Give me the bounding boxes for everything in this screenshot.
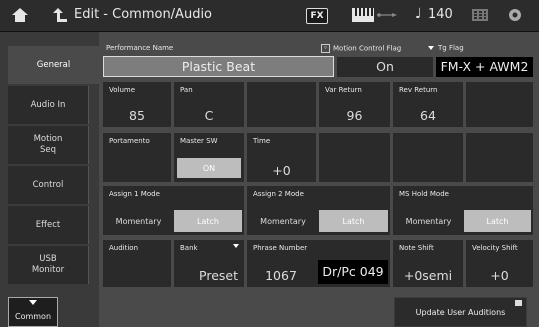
tg-flag-value[interactable]: FM-X + AWM2 xyxy=(436,57,533,77)
assign2-momentary-button[interactable]: Momentary xyxy=(249,210,317,232)
chevron-down-icon xyxy=(29,300,37,305)
phrase-number-value: 1067 xyxy=(265,268,297,283)
usb-icon xyxy=(377,13,397,17)
screen: Edit - Common/Audio FX ♩ 140 General Aud… xyxy=(0,0,539,327)
bank-value: Preset xyxy=(199,268,238,283)
bank-label: Bank xyxy=(180,244,198,252)
velocity-shift-label: Velocity Shift xyxy=(472,244,518,252)
tab-general-label: General xyxy=(36,59,71,70)
rev-return-cell[interactable]: Rev Return 64 xyxy=(393,82,463,127)
volume-cell[interactable]: Volume 85 xyxy=(103,82,171,127)
var-return-value: 96 xyxy=(346,108,363,123)
gear-icon[interactable] xyxy=(508,8,522,22)
assign2-latch-button[interactable]: Latch xyxy=(319,210,388,232)
velocity-shift-value: +0 xyxy=(490,268,509,283)
time-label: Time xyxy=(253,137,271,145)
pan-cell[interactable]: Pan C xyxy=(174,82,244,127)
tab-effect-label: Effect xyxy=(35,219,61,230)
rev-return-value: 64 xyxy=(420,108,436,123)
motion-control-flag-header: ▿ Motion Control Flag xyxy=(321,44,401,53)
tab-general[interactable]: General xyxy=(8,46,99,84)
phrase-name-value[interactable]: Dr/Pc 049 xyxy=(318,260,388,284)
rev-return-label: Rev Return xyxy=(399,86,438,94)
empty-cell xyxy=(393,133,463,182)
update-user-auditions-button[interactable]: Update User Auditions xyxy=(394,297,527,327)
tg-flag-label: Tg Flag xyxy=(438,44,464,52)
note-shift-cell[interactable]: Note Shift +0semi xyxy=(393,240,463,287)
portamento-label: Portamento xyxy=(109,137,150,145)
tg-flag-header: Tg Flag xyxy=(428,44,464,52)
tab-effect[interactable]: Effect xyxy=(8,206,89,244)
pan-value: C xyxy=(204,108,214,123)
tab-usb-monitor[interactable]: USB Monitor xyxy=(8,246,89,284)
ms-hold-mode-label: MS Hold Mode xyxy=(399,190,449,198)
common-button-label: Common xyxy=(14,312,52,321)
ms-hold-latch-button[interactable]: Latch xyxy=(464,210,531,232)
volume-label: Volume xyxy=(109,86,136,94)
top-bar: Edit - Common/Audio FX ♩ 140 xyxy=(0,0,539,32)
tab-control-label: Control xyxy=(32,179,64,190)
keyboard-icon xyxy=(352,8,374,22)
page-title: Edit - Common/Audio xyxy=(74,7,213,22)
assign1-mode-label: Assign 1 Mode xyxy=(109,190,160,198)
velocity-shift-cell[interactable]: Velocity Shift +0 xyxy=(466,240,533,287)
back-icon[interactable] xyxy=(53,8,67,22)
var-return-cell[interactable]: Var Return 96 xyxy=(319,82,390,127)
var-return-label: Var Return xyxy=(325,86,362,94)
assign1-mode-cell: Assign 1 Mode Momentary Latch xyxy=(103,186,244,235)
empty-cell xyxy=(466,82,533,127)
master-sw-cell: Master SW ON xyxy=(174,133,244,182)
phrase-number-cell[interactable]: Phrase Number 1067 Dr/Pc 049 xyxy=(247,240,390,287)
phrase-number-label: Phrase Number xyxy=(253,244,308,252)
note-shift-label: Note Shift xyxy=(399,244,434,252)
empty-cell xyxy=(247,82,316,127)
empty-cell xyxy=(466,133,533,182)
tempo-note-icon: ♩ xyxy=(415,6,422,22)
time-cell[interactable]: Time +0 xyxy=(247,133,316,182)
flag-icon: ▿ xyxy=(321,44,330,53)
tab-control[interactable]: Control xyxy=(8,166,89,204)
tab-audio-in-label: Audio In xyxy=(30,99,66,110)
update-user-auditions-label: Update User Auditions xyxy=(415,307,506,317)
common-button[interactable]: Common xyxy=(8,297,58,327)
assign1-momentary-button[interactable]: Momentary xyxy=(105,210,172,232)
tab-audio-in[interactable]: Audio In xyxy=(8,86,89,124)
chevron-down-icon xyxy=(428,46,434,50)
tempo-value[interactable]: 140 xyxy=(428,7,453,22)
time-value: +0 xyxy=(272,163,291,178)
empty-cell xyxy=(319,133,390,182)
tab-motion-seq-label: Motion Seq xyxy=(33,134,63,155)
ms-hold-mode-cell: MS Hold Mode Momentary Latch xyxy=(393,186,533,235)
grid-icon[interactable] xyxy=(472,9,488,21)
pan-label: Pan xyxy=(180,86,193,94)
portamento-cell: Portamento xyxy=(103,133,171,182)
home-icon[interactable] xyxy=(12,8,28,22)
fx-indicator: FX xyxy=(306,8,328,24)
master-sw-label: Master SW xyxy=(180,137,218,145)
assign1-latch-button[interactable]: Latch xyxy=(174,210,242,232)
performance-name-label: Performance Name xyxy=(106,44,174,52)
audition-label: Audition xyxy=(109,244,139,252)
performance-name-field[interactable]: Plastic Beat xyxy=(103,56,334,77)
motion-control-flag-value[interactable]: On xyxy=(337,57,433,77)
motion-control-flag-label: Motion Control Flag xyxy=(333,44,402,53)
master-sw-toggle[interactable]: ON xyxy=(177,158,241,178)
sidebar: General Audio In Motion Seq Control Effe… xyxy=(0,32,99,327)
chevron-down-icon xyxy=(233,244,239,248)
note-shift-value: +0semi xyxy=(403,268,453,283)
assign2-mode-label: Assign 2 Mode xyxy=(253,190,304,198)
corner-marker-icon xyxy=(515,300,522,306)
ms-hold-momentary-button[interactable]: Momentary xyxy=(395,210,462,232)
bank-cell[interactable]: Bank Preset xyxy=(174,240,244,287)
volume-value: 85 xyxy=(129,108,145,123)
audition-cell: Audition xyxy=(103,240,171,287)
tab-motion-seq[interactable]: Motion Seq xyxy=(8,126,89,164)
assign2-mode-cell: Assign 2 Mode Momentary Latch xyxy=(247,186,390,235)
tab-usb-monitor-label: USB Monitor xyxy=(31,254,65,275)
